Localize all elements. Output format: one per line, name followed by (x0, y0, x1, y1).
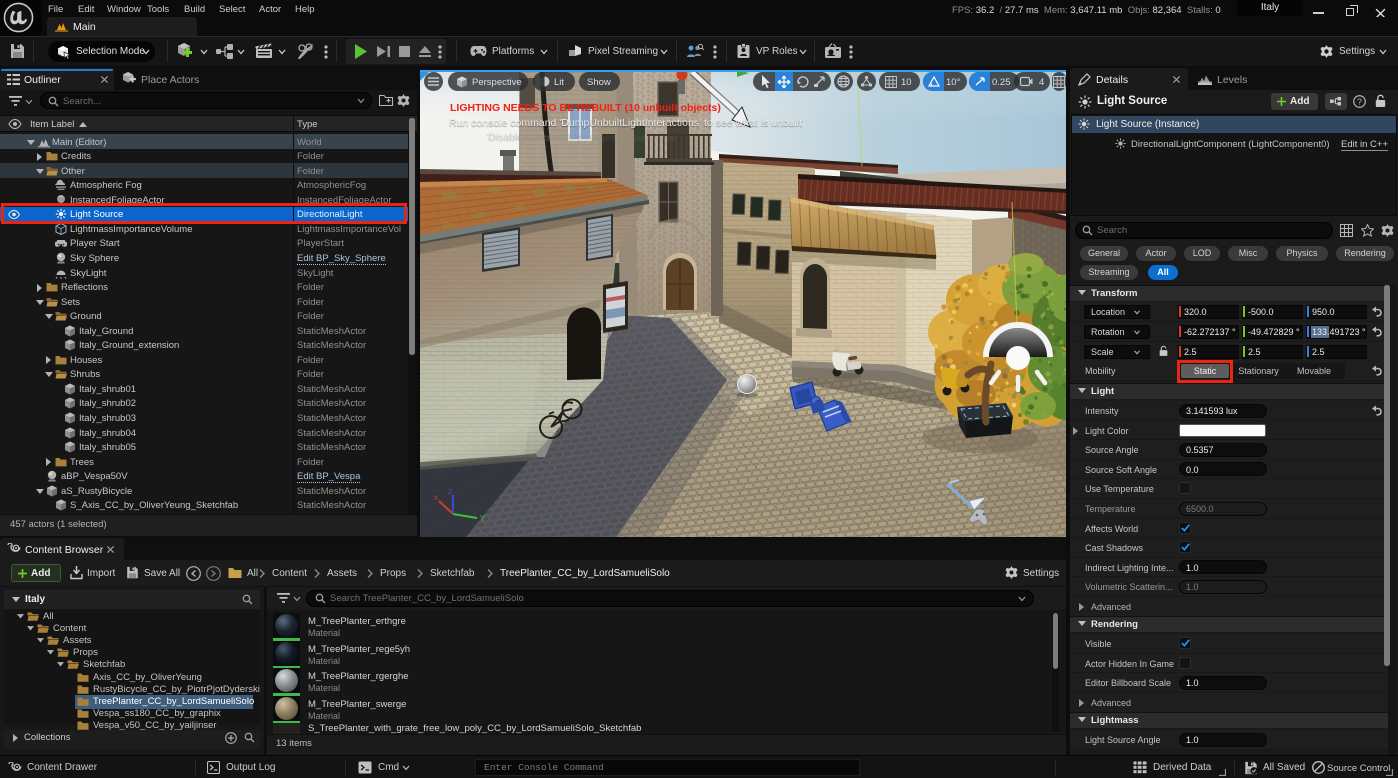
svg-text:?: ? (1357, 96, 1362, 106)
svg-text:Y: Y (480, 514, 486, 523)
svg-text:z: z (448, 487, 452, 496)
svg-text:x: x (434, 493, 438, 502)
